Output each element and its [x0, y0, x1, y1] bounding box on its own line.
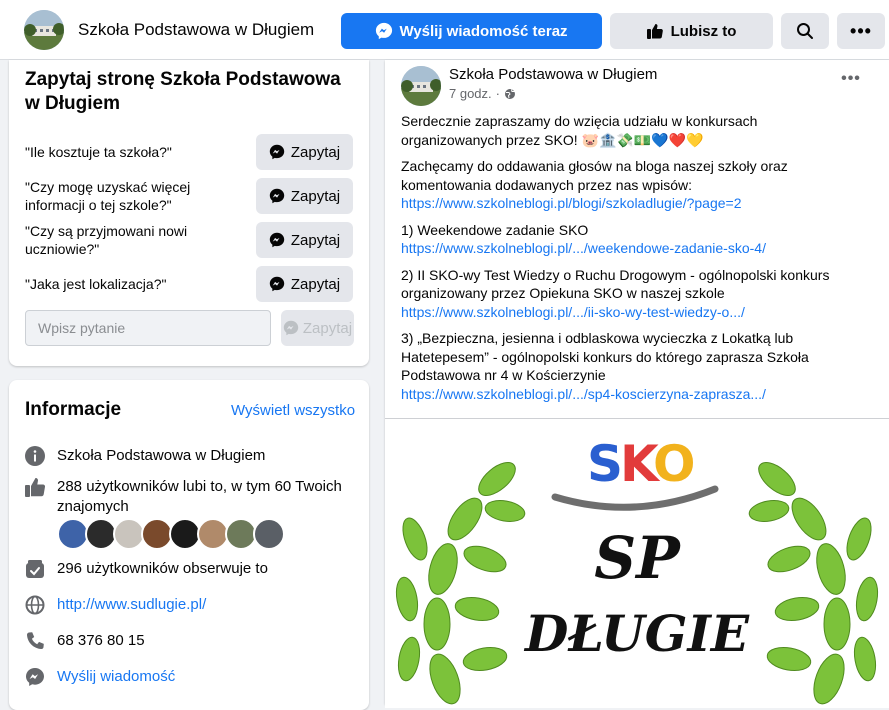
post-link[interactable]: https://www.szkolneblogi.pl/blogi/szkola… [401, 195, 742, 211]
question-row: "Czy mogę uzyskać więcej informacji o te… [25, 178, 355, 214]
image-text-sp: SP [594, 524, 680, 592]
post-image[interactable]: S K O SP DŁUGIE [385, 418, 889, 708]
send-message-link[interactable]: Wyślij wiadomość [57, 667, 175, 687]
svg-text:S: S [587, 435, 623, 493]
ask-button[interactable]: Zapytaj [256, 134, 353, 170]
info-website-row: http://www.sudlugie.pl/ [25, 595, 360, 615]
info-category: Szkoła Podstawowa w Długiem [57, 447, 266, 464]
ask-button[interactable]: Zapytaj [256, 178, 353, 214]
more-options-button[interactable]: ••• [837, 13, 885, 49]
like-button[interactable]: Lubisz to [610, 13, 773, 49]
info-likes-row: 288 użytkowników lubi to, w tym 60 Twoic… [25, 477, 360, 517]
question-row: "Ile kosztuje ta szkoła?" Zapytaj [25, 134, 355, 170]
post-paragraph: Serdecznie zapraszamy do wzięcia udziału… [401, 113, 758, 148]
ask-button[interactable]: Zapytaj [256, 222, 353, 258]
messenger-icon [269, 188, 285, 204]
image-text-dlugie: DŁUGIE [525, 604, 749, 663]
info-category-row: Szkoła Podstawowa w Długiem [25, 446, 360, 466]
school-photo-icon [24, 10, 64, 50]
phone-icon [26, 632, 44, 650]
school-photo-icon [401, 66, 441, 106]
info-phone-row: 68 376 80 15 [25, 631, 360, 651]
question-text: "Czy są przyjmowani nowi uczniowie?" [25, 223, 188, 257]
info-title: Informacje [25, 399, 122, 420]
question-input[interactable] [25, 310, 271, 346]
page-avatar[interactable] [24, 10, 64, 50]
see-all-link[interactable]: Wyświetl wszystko [231, 402, 355, 419]
question-row: "Czy są przyjmowani nowi uczniowie?" Zap… [25, 222, 355, 258]
more-icon: ••• [850, 20, 872, 41]
info-message-row: Wyślij wiadomość [25, 667, 360, 687]
info-likes: 288 użytkowników lubi to, w tym 60 Twoic… [57, 478, 342, 515]
post-link[interactable]: https://www.szkolneblogi.pl/.../weekendo… [401, 240, 766, 256]
ask-card-title: Zapytaj stronę Szkoła Podstawowa w Długi… [25, 69, 341, 114]
ask-button[interactable]: Zapytaj [256, 266, 353, 302]
question-row: "Jaka jest lokalizacja?" Zapytaj [25, 266, 355, 302]
ask-page-card: Zapytaj stronę Szkoła Podstawowa w Długi… [9, 60, 369, 366]
ask-button-label: Zapytaj [290, 231, 341, 249]
friends-avatars [57, 518, 285, 550]
info-website-link[interactable]: http://www.sudlugie.pl/ [57, 595, 206, 615]
more-icon: ••• [841, 70, 861, 87]
followers-icon [26, 560, 44, 578]
info-phone: 68 376 80 15 [57, 632, 145, 649]
question-text: "Czy mogę uzyskać więcej informacji o te… [25, 179, 191, 213]
ask-submit-button[interactable]: Zapytaj [281, 310, 354, 346]
info-icon [25, 446, 45, 466]
page-header: Szkoła Podstawowa w Długiem Wyślij wiado… [0, 0, 889, 60]
post-meta: 7 godz. · [449, 86, 516, 101]
send-message-button[interactable]: Wyślij wiadomość teraz [341, 13, 602, 49]
question-text: "Jaka jest lokalizacja?" [25, 276, 167, 292]
messenger-icon [269, 276, 285, 292]
info-followers: 296 użytkowników obserwuje to [57, 560, 268, 577]
search-button[interactable] [781, 13, 829, 49]
ask-button-label: Zapytaj [290, 275, 341, 293]
post-link[interactable]: https://www.szkolneblogi.pl/.../ii-sko-w… [401, 304, 745, 320]
globe-icon [25, 595, 45, 615]
ask-button-label: Zapytaj [290, 187, 341, 205]
thumbs-up-icon [25, 478, 45, 497]
post-text: Serdecznie zapraszamy do wzięcia udziału… [401, 112, 861, 411]
post-card: Szkoła Podstawowa w Długiem 7 godz. · ••… [385, 60, 889, 708]
messenger-icon [26, 668, 44, 686]
info-card: Informacje Wyświetl wszystko Szkoła Pods… [9, 380, 369, 710]
messenger-icon [376, 22, 393, 40]
post-author-name[interactable]: Szkoła Podstawowa w Długiem [449, 66, 657, 83]
search-icon [797, 23, 813, 39]
post-paragraph: 1) Weekendowe zadanie SKO [401, 221, 589, 238]
ask-button-label: Zapytaj [290, 143, 341, 161]
messenger-icon [269, 232, 285, 248]
post-paragraph: 2) II SKO-wy Test Wiedzy o Ruchu Drogowy… [401, 266, 830, 302]
post-author-avatar[interactable] [401, 66, 441, 106]
globe-icon [505, 88, 515, 99]
question-text: "Ile kosztuje ta szkoła?" [25, 144, 172, 160]
ask-submit-label: Zapytaj [302, 319, 353, 337]
messenger-icon [269, 144, 285, 160]
avatar[interactable] [253, 518, 285, 550]
post-timestamp[interactable]: 7 godz. [449, 86, 492, 101]
page-title[interactable]: Szkoła Podstawowa w Długiem [78, 20, 314, 40]
like-label: Lubisz to [670, 22, 737, 40]
post-link[interactable]: https://www.szkolneblogi.pl/.../sp4-kosc… [401, 386, 766, 402]
info-followers-row: 296 użytkowników obserwuje to [25, 559, 360, 579]
send-message-label: Wyślij wiadomość teraz [399, 22, 568, 40]
svg-text:O: O [653, 435, 696, 493]
thumbs-up-icon [646, 24, 663, 39]
post-paragraph: 3) „Bezpieczna, jesienna i odblaskowa wy… [401, 330, 809, 383]
post-paragraph: Zachęcamy do oddawania głosów na bloga n… [401, 158, 788, 193]
post-options-button[interactable]: ••• [837, 70, 865, 94]
messenger-icon [283, 320, 299, 336]
